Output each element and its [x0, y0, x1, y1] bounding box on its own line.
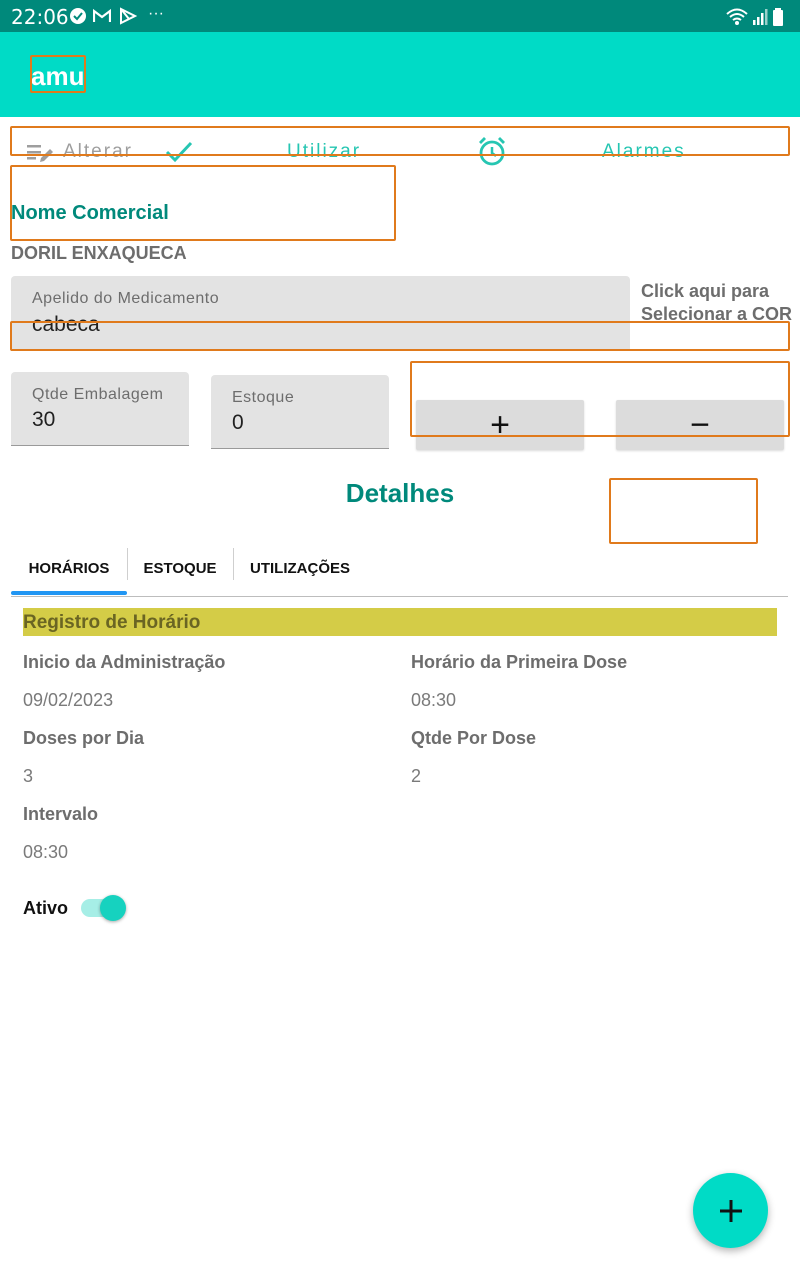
drug-name: DORIL ENXAQUECA [11, 243, 187, 263]
signal-icon [753, 9, 768, 25]
add-fab-button[interactable] [693, 1173, 768, 1248]
intervalo-value: 08:30 [23, 842, 69, 862]
tab-indicator [11, 591, 127, 595]
more-dots-icon: ··· [148, 5, 164, 22]
doses-label: Doses por Dia [23, 728, 145, 748]
registro-header: Registro de Horário [23, 608, 777, 636]
estoque-label: Estoque [232, 389, 295, 406]
inicio-value: 09/02/2023 [23, 690, 114, 710]
primeira-dose-value: 08:30 [411, 690, 457, 710]
qtde-dose-label: Qtde Por Dose [411, 728, 537, 748]
plus-icon [719, 1199, 742, 1222]
annotation-box [10, 321, 790, 351]
color-hint-line1: Click aqui para [641, 281, 770, 301]
qtde-embalagem-input[interactable]: Qtde Embalagem 30 [11, 372, 189, 446]
check-circle-icon [70, 8, 86, 24]
wifi-icon [726, 8, 748, 25]
ativo-label: Ativo [23, 898, 68, 918]
tab-estoque[interactable]: ESTOQUE [127, 540, 233, 596]
detail-tabs: HORÁRIOS ESTOQUE UTILIZAÇÕES [11, 540, 788, 597]
toggle-thumb [100, 895, 126, 921]
apelido-label: Apelido do Medicamento [32, 290, 220, 307]
status-time: 22:06 [11, 5, 69, 29]
status-bar: 22:06 ··· [0, 0, 800, 32]
app-bar [0, 32, 800, 117]
gmail-icon [93, 8, 111, 22]
annotation-box [609, 478, 758, 544]
annotation-box [10, 126, 790, 156]
ativo-toggle[interactable] [81, 895, 129, 923]
annotation-box [30, 55, 86, 93]
qtde-embalagem-value: 30 [32, 408, 56, 431]
primeira-dose-label: Horário da Primeira Dose [411, 652, 628, 672]
status-right-icons [726, 6, 784, 26]
doses-value: 3 [23, 766, 34, 786]
estoque-value: 0 [232, 411, 244, 434]
qtde-embalagem-label: Qtde Embalagem [32, 386, 164, 403]
inicio-label: Inicio da Administração [23, 652, 226, 672]
tab-utilizacoes[interactable]: UTILIZAÇÕES [233, 540, 367, 596]
annotation-box [410, 361, 790, 437]
intervalo-label: Intervalo [23, 804, 99, 824]
qtde-dose-value: 2 [411, 766, 422, 786]
battery-icon [773, 8, 783, 26]
annotation-box [10, 165, 396, 241]
estoque-input[interactable]: Estoque 0 [211, 375, 389, 449]
play-store-icon [120, 7, 137, 25]
tab-horarios[interactable]: HORÁRIOS [11, 540, 127, 596]
select-color-button[interactable]: Click aqui para Selecionar a COR [641, 280, 799, 326]
